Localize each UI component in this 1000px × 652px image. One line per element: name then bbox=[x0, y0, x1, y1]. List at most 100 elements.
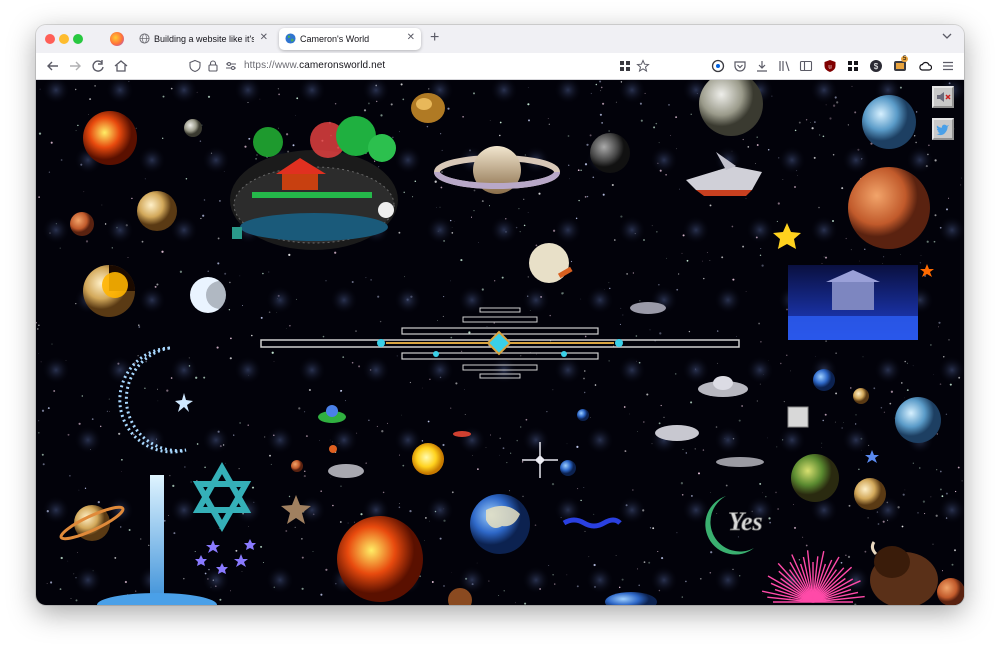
downloads-icon[interactable] bbox=[755, 59, 769, 73]
dust-star bbox=[50, 581, 53, 584]
page-actions-grid-icon[interactable] bbox=[618, 59, 632, 73]
forward-arrow-icon[interactable] bbox=[66, 57, 84, 75]
dust-star bbox=[320, 490, 322, 492]
dust-star bbox=[46, 583, 48, 585]
dust-star bbox=[758, 322, 761, 325]
library-icon[interactable] bbox=[777, 59, 791, 73]
close-tab-icon[interactable]: ✕ bbox=[260, 32, 268, 43]
tan-planet bbox=[854, 478, 886, 510]
dust-star bbox=[41, 409, 45, 412]
firefox-pinned-tab-icon[interactable] bbox=[110, 32, 124, 46]
extension-a-icon[interactable] bbox=[711, 59, 725, 73]
lock-icon[interactable] bbox=[206, 59, 220, 73]
dust-star bbox=[403, 191, 405, 194]
mute-sound-button[interactable] bbox=[932, 86, 954, 108]
dust-star bbox=[334, 251, 337, 254]
dust-star bbox=[725, 484, 728, 487]
dust-star bbox=[782, 178, 784, 180]
yellow-star bbox=[773, 223, 801, 249]
bookmark-star-icon[interactable] bbox=[636, 59, 650, 73]
dust-star bbox=[538, 192, 541, 195]
window-minimize-button[interactable] bbox=[59, 34, 69, 44]
dust-star bbox=[196, 480, 198, 482]
dust-star bbox=[611, 183, 614, 187]
dust-star bbox=[658, 142, 660, 144]
dust-star bbox=[278, 93, 280, 96]
dust-star bbox=[294, 526, 296, 529]
dust-star bbox=[867, 517, 869, 519]
jupiter-small bbox=[137, 191, 177, 231]
glow-orb bbox=[746, 216, 774, 244]
dust-star bbox=[767, 437, 769, 439]
dust-star bbox=[580, 169, 582, 171]
dust-star bbox=[525, 418, 528, 421]
dust-star bbox=[380, 114, 383, 117]
glow-orb bbox=[74, 566, 102, 594]
dust-star bbox=[619, 323, 621, 325]
close-tab-icon[interactable]: ✕ bbox=[407, 32, 415, 43]
dust-star bbox=[632, 489, 634, 491]
dust-star bbox=[877, 523, 880, 525]
extension-dollar-icon[interactable]: $ bbox=[869, 59, 883, 73]
dust-star bbox=[382, 491, 385, 494]
dust-star bbox=[109, 411, 110, 412]
dust-star bbox=[731, 225, 734, 228]
account-cloud-icon[interactable] bbox=[918, 59, 932, 73]
dust-star bbox=[528, 119, 530, 122]
extension-puzzle-grid-icon[interactable] bbox=[846, 59, 860, 73]
url-host: cameronsworld.net bbox=[299, 60, 386, 71]
dust-star bbox=[845, 554, 847, 556]
dust-star bbox=[814, 121, 816, 123]
extension-with-badge-icon[interactable]: 5 bbox=[893, 56, 909, 73]
dust-star bbox=[760, 340, 762, 343]
dust-star bbox=[478, 242, 479, 243]
new-tab-button[interactable]: + bbox=[430, 29, 439, 47]
dust-star bbox=[501, 276, 504, 279]
dust-star bbox=[268, 311, 271, 314]
dust-star bbox=[615, 554, 617, 556]
dust-star bbox=[862, 356, 864, 358]
dust-star bbox=[169, 475, 171, 477]
dust-star bbox=[503, 590, 505, 592]
window-maximize-button[interactable] bbox=[73, 34, 83, 44]
japanese-garden-island bbox=[230, 116, 398, 250]
dust-star bbox=[834, 421, 836, 423]
dust-star bbox=[824, 413, 827, 416]
dust-star bbox=[387, 422, 389, 424]
url-bar[interactable]: https://www.cameronsworld.net bbox=[244, 60, 385, 71]
tab-camerons-world[interactable]: Cameron's World ✕ bbox=[279, 28, 421, 50]
dust-star bbox=[74, 88, 77, 91]
dust-star bbox=[902, 493, 905, 496]
ublock-extension-icon[interactable]: u bbox=[823, 59, 837, 73]
dust-star bbox=[269, 454, 271, 457]
permissions-icon[interactable] bbox=[224, 59, 238, 73]
tracking-protection-shield-icon[interactable] bbox=[188, 59, 202, 73]
dust-star bbox=[742, 138, 744, 141]
dust-star bbox=[60, 159, 63, 161]
window-close-button[interactable] bbox=[45, 34, 55, 44]
dust-star bbox=[688, 330, 691, 333]
dust-star bbox=[527, 276, 530, 278]
tab-building-website[interactable]: Building a website like it's 1999 ✕ bbox=[133, 28, 274, 50]
dust-star bbox=[148, 544, 150, 546]
reload-icon[interactable] bbox=[89, 57, 107, 75]
back-arrow-icon[interactable] bbox=[44, 57, 62, 75]
dust-star bbox=[524, 602, 527, 605]
dust-star bbox=[298, 407, 301, 410]
sidebar-icon[interactable] bbox=[799, 59, 813, 73]
pocket-icon[interactable] bbox=[733, 59, 747, 73]
hamburger-menu-icon[interactable] bbox=[941, 59, 955, 73]
dust-star bbox=[915, 111, 918, 113]
dust-star bbox=[409, 509, 412, 513]
dust-star bbox=[277, 127, 279, 129]
list-all-tabs-chevron-icon[interactable] bbox=[942, 31, 952, 41]
dust-star bbox=[805, 119, 808, 121]
dust-star bbox=[710, 492, 711, 493]
glow-orb bbox=[426, 496, 454, 524]
dust-star bbox=[759, 482, 762, 485]
dust-star bbox=[270, 463, 272, 465]
dust-star bbox=[48, 171, 51, 173]
dust-star bbox=[776, 220, 778, 222]
twitter-share-button[interactable] bbox=[932, 118, 954, 140]
home-icon[interactable] bbox=[112, 57, 130, 75]
